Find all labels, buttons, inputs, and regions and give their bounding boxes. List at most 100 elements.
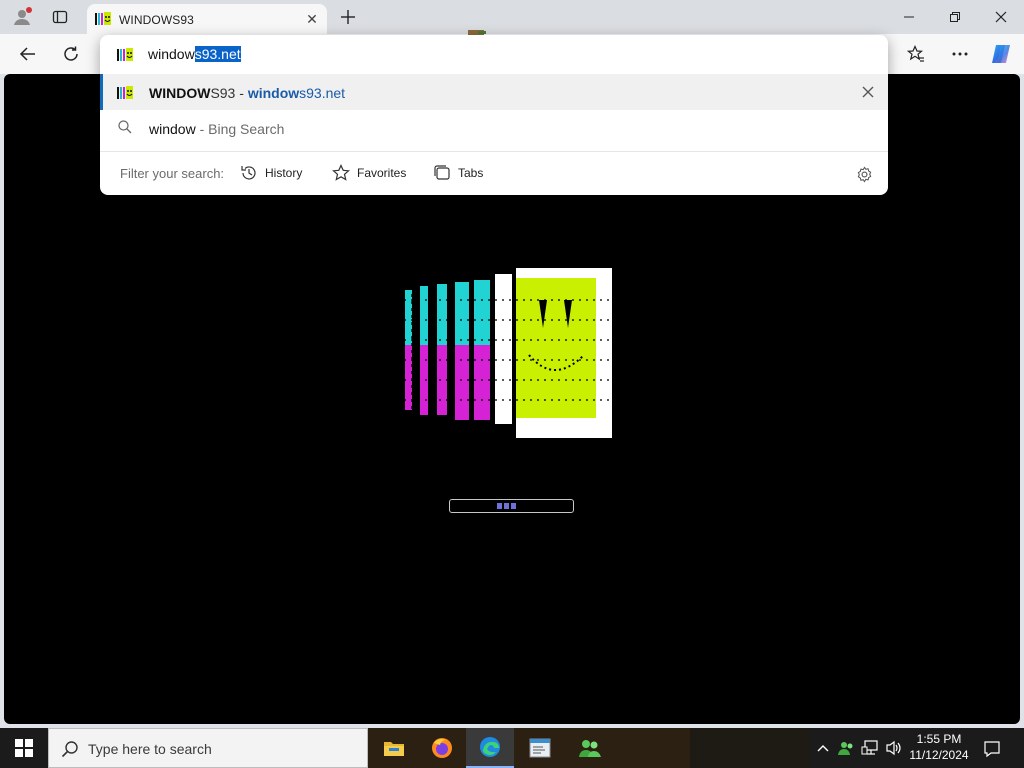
vertical-tabs-icon xyxy=(52,10,68,24)
people-icon xyxy=(838,742,853,755)
progress-block xyxy=(504,503,509,509)
filter-favorites-label: Favorites xyxy=(357,166,407,180)
profile-icon xyxy=(14,7,32,25)
refresh-icon xyxy=(64,46,78,61)
suggestion-bing-search[interactable]: window - Bing Search xyxy=(100,110,888,146)
close-icon: ✕ xyxy=(306,10,318,27)
more-options-button[interactable] xyxy=(945,40,975,68)
favorites-button[interactable] xyxy=(901,40,931,68)
windows93-logo xyxy=(404,268,614,438)
filter-label: Filter your search: xyxy=(120,166,225,181)
taskbar-edge[interactable] xyxy=(466,728,514,768)
tab-close-button[interactable]: ✕ xyxy=(303,10,321,28)
windows93-icon xyxy=(116,46,134,67)
speaker-icon xyxy=(886,740,901,756)
suggestion-separator: - xyxy=(235,85,248,101)
gear-icon xyxy=(857,165,871,183)
taskbar-apps xyxy=(368,728,690,768)
chevron-up-icon xyxy=(817,745,829,752)
tray-volume-button[interactable] xyxy=(884,738,904,758)
file-explorer-icon xyxy=(384,742,404,756)
tab-actions-button[interactable] xyxy=(46,3,74,31)
start-button[interactable] xyxy=(0,728,48,768)
window-close-button[interactable] xyxy=(978,0,1024,34)
progress-block xyxy=(497,503,502,509)
filter-tabs-label: Tabs xyxy=(458,166,484,180)
show-hidden-icons-button[interactable] xyxy=(813,738,833,758)
filter-favorites-chip[interactable]: Favorites xyxy=(332,162,406,184)
autocomplete-selection: s93.net xyxy=(194,46,241,62)
notification-icon xyxy=(984,741,1000,758)
filter-history-label: History xyxy=(265,166,303,180)
suggestion-url: windows93.net xyxy=(248,85,345,101)
copilot-icon xyxy=(992,45,1010,63)
network-icon xyxy=(861,740,878,755)
progress-block xyxy=(511,503,516,509)
minimize-icon xyxy=(904,16,914,18)
active-tab[interactable]: WINDOWS93 ✕ xyxy=(87,4,327,34)
windows93-icon xyxy=(116,84,134,105)
windows-logo-icon xyxy=(15,739,33,757)
suggestion-title-rest: S93 xyxy=(210,85,236,101)
taskbar-notepad[interactable] xyxy=(516,728,564,768)
history-icon xyxy=(241,166,256,180)
search-icon xyxy=(61,740,79,761)
firefox-icon xyxy=(432,738,452,758)
minimize-button[interactable] xyxy=(886,0,932,34)
star-icon xyxy=(332,164,350,181)
address-bar-dropdown: windows93.net WINDOWS93 - windows93.net xyxy=(100,35,888,195)
taskbar-firefox[interactable] xyxy=(418,728,466,768)
clock-time: 1:55 PM xyxy=(916,732,962,746)
taskbar: Type here to search 1:55 PM 11/12/2024 xyxy=(0,728,1024,768)
taskbar-search-placeholder: Type here to search xyxy=(88,741,212,757)
tabs-icon xyxy=(434,165,450,180)
filter-tabs-chip[interactable]: Tabs xyxy=(433,162,483,184)
taskbar-wallpaper-area xyxy=(690,728,810,768)
search-filter-row: Filter your search: History Favorites Ta… xyxy=(100,152,888,195)
restore-button[interactable] xyxy=(932,0,978,34)
edge-icon xyxy=(480,737,500,757)
search-settings-button[interactable] xyxy=(854,164,874,184)
users-icon xyxy=(579,740,601,757)
tray-network-button[interactable] xyxy=(860,738,880,758)
suggestion-label: WINDOWS93 - windows93.net xyxy=(149,85,345,101)
suggestion-label: window - Bing Search xyxy=(149,121,284,137)
loading-progress-bar xyxy=(449,499,574,513)
windows93-icon xyxy=(94,10,112,31)
clock-date: 11/12/2024 xyxy=(909,748,969,762)
tab-strip: WINDOWS93 ✕ xyxy=(0,0,1024,34)
selection-indicator xyxy=(100,74,103,110)
taskbar-users[interactable] xyxy=(566,728,614,768)
close-icon xyxy=(862,86,874,98)
taskbar-file-explorer[interactable] xyxy=(370,728,418,768)
restore-icon xyxy=(950,12,960,22)
suggestion-windows93[interactable]: WINDOWS93 - windows93.net xyxy=(100,74,888,110)
taskbar-search-box[interactable]: Type here to search xyxy=(48,728,368,768)
tray-people-button[interactable] xyxy=(836,738,856,758)
suggestion-url-rest: s93.net xyxy=(299,85,346,101)
back-button[interactable] xyxy=(13,40,43,68)
copilot-button[interactable] xyxy=(986,40,1016,68)
typed-text: window xyxy=(148,46,195,62)
search-icon xyxy=(118,120,132,137)
search-engine-label: - Bing Search xyxy=(195,121,285,137)
new-tab-button[interactable] xyxy=(334,3,362,31)
suggestion-title-match: WINDOW xyxy=(149,85,211,101)
plus-icon xyxy=(341,10,355,24)
suggestion-url-match: window xyxy=(247,85,300,101)
arrow-left-icon xyxy=(19,47,35,61)
favorites-star-icon xyxy=(907,45,924,62)
search-query: window xyxy=(149,121,196,137)
more-horizontal-icon xyxy=(952,52,968,56)
notifications-button[interactable] xyxy=(980,738,1004,760)
address-input[interactable]: windows93.net xyxy=(148,46,241,62)
remove-suggestion-button[interactable] xyxy=(858,82,878,102)
refresh-button[interactable] xyxy=(56,40,86,68)
notepad-icon xyxy=(529,738,551,758)
filter-history-chip[interactable]: History xyxy=(240,162,302,184)
close-icon xyxy=(995,11,1007,23)
address-bar[interactable]: windows93.net xyxy=(100,35,888,73)
tab-title: WINDOWS93 xyxy=(119,13,194,27)
profile-button[interactable] xyxy=(8,3,36,31)
system-clock[interactable]: 1:55 PM 11/12/2024 xyxy=(902,731,976,763)
